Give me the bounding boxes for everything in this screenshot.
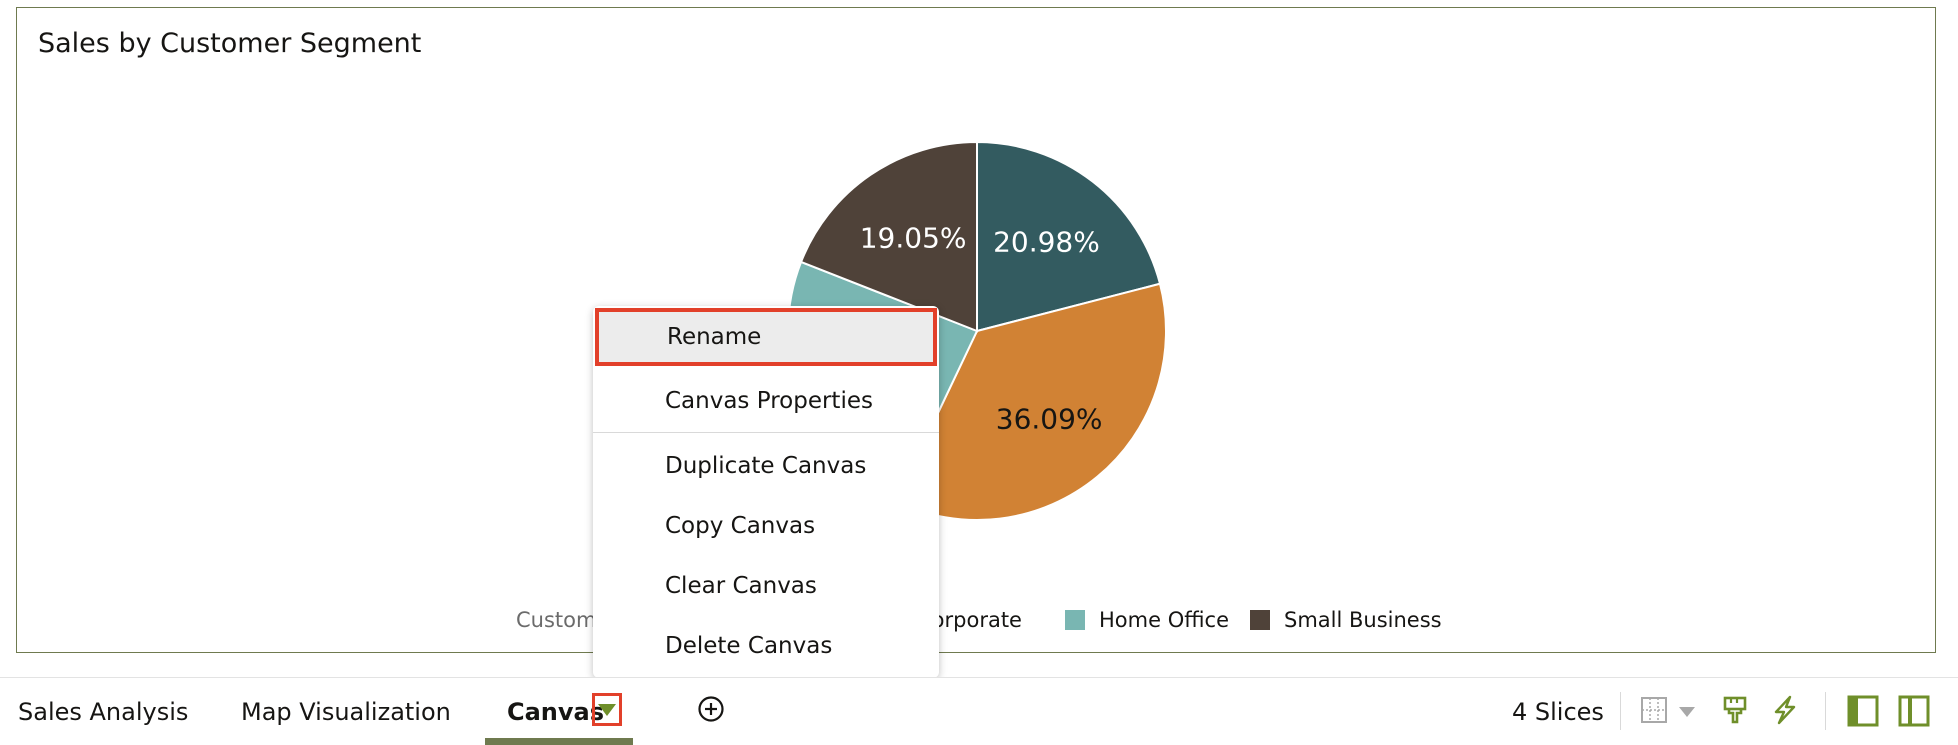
menu-item-duplicate-canvas[interactable]: Duplicate Canvas [593,437,939,495]
chevron-down-icon[interactable] [1678,706,1696,718]
split-panel-icon[interactable] [1898,695,1930,727]
left-panel-icon[interactable] [1847,695,1879,727]
tab-map-visualization[interactable]: Map Visualization [241,698,451,726]
menu-item-delete-canvas[interactable]: Delete Canvas [593,617,939,675]
legend-title: Custom [516,608,597,632]
legend-label: Home Office [1099,608,1229,632]
toolbar-divider [1825,692,1826,730]
tab-sales-analysis[interactable]: Sales Analysis [18,698,188,726]
canvas-context-menu: Rename Canvas Properties Duplicate Canva… [593,306,939,678]
legend-item-small-business: Small Business [1250,608,1442,632]
grid-layout-icon[interactable] [1640,695,1670,725]
legend-swatch [1250,610,1270,630]
lightning-icon[interactable] [1770,695,1800,725]
menu-divider [593,432,939,433]
legend-item-home-office: Home Office [1065,608,1229,632]
add-canvas-icon[interactable] [697,695,725,723]
visualization-panel[interactable]: Sales by Customer Segment 20.98% 36.09% 19… [16,7,1936,653]
toolbar-divider [1620,692,1621,730]
caret-down-icon [598,703,616,716]
legend-label: Small Business [1284,608,1442,632]
paint-brush-icon[interactable] [1720,695,1750,725]
canvas-tab-bar: Sales Analysis Map Visualization Canvas … [0,677,1958,745]
slices-count: 4 Slices [1512,698,1604,726]
pie-chart[interactable]: 20.98% 36.09% 19.05% [17,8,1937,654]
menu-item-clear-canvas[interactable]: Clear Canvas [593,557,939,615]
menu-item-copy-canvas[interactable]: Copy Canvas [593,497,939,555]
pie-data-label: 36.09% [996,402,1103,435]
pie-data-label: 20.98% [993,225,1100,258]
menu-item-rename[interactable]: Rename [595,308,937,366]
tab-canvas[interactable]: Canvas [507,698,604,726]
menu-item-canvas-properties[interactable]: Canvas Properties [593,372,939,430]
legend-swatch [1065,610,1085,630]
pie-data-label: 19.05% [860,221,967,254]
chart-legend: Custom Corporate Home Office Small Busin… [17,608,1935,642]
tab-menu-button[interactable] [592,693,622,726]
